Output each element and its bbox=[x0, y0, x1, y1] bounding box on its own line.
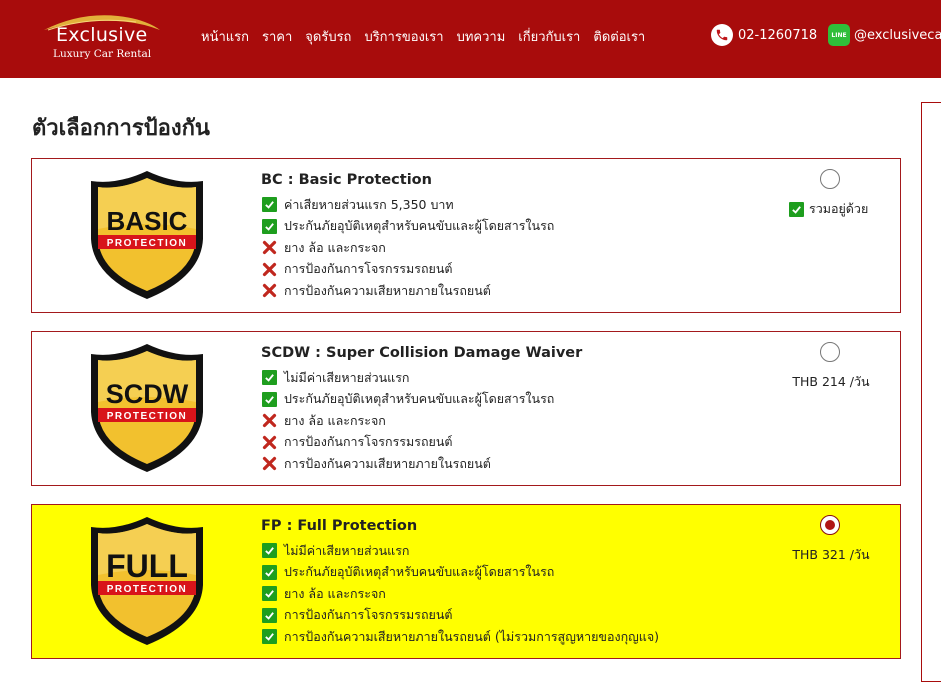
svg-text:FULL: FULL bbox=[106, 548, 188, 584]
feature-item: การป้องกันความเสียหายภายในรถยนต์ bbox=[262, 453, 554, 475]
option-title: SCDW : Super Collision Damage Waiver bbox=[261, 345, 583, 361]
basic-shield-icon: BASIC PROTECTION bbox=[87, 169, 207, 301]
nav-item-home[interactable]: หน้าแรก bbox=[201, 26, 249, 47]
line-id: @exclusivecar bbox=[854, 27, 941, 43]
feature-item: การป้องกันการโจรกรรมรถยนต์ bbox=[262, 432, 554, 454]
cross-icon bbox=[262, 413, 277, 428]
check-icon bbox=[262, 564, 277, 580]
feature-item: การป้องกันความเสียหายภายในรถยนต์ bbox=[262, 280, 554, 302]
feature-item: ยาง ล้อ และกระจก bbox=[262, 410, 554, 432]
check-icon bbox=[262, 370, 277, 386]
svg-text:BASIC: BASIC bbox=[107, 206, 188, 236]
cross-icon bbox=[262, 283, 277, 298]
included-label: รวมอยู่ด้วย bbox=[789, 199, 868, 219]
feature-list: ไม่มีค่าเสียหายส่วนแรก ประกันภัยอุบัติเห… bbox=[262, 367, 554, 475]
full-shield-icon: FULL PROTECTION bbox=[87, 515, 207, 647]
nav-item-price[interactable]: ราคา bbox=[262, 26, 292, 47]
feature-item: ไม่มีค่าเสียหายส่วนแรก bbox=[262, 540, 659, 562]
option-price: THB 321 /วัน bbox=[792, 547, 870, 562]
svg-text:PROTECTION: PROTECTION bbox=[107, 411, 188, 422]
side-panel bbox=[921, 102, 941, 682]
option-title: FP : Full Protection bbox=[261, 518, 418, 534]
option-radio-basic[interactable] bbox=[820, 169, 840, 189]
logo[interactable]: Exclusive Luxury Car Rental bbox=[40, 10, 165, 64]
nav-item-pickup[interactable]: จุดรับรถ bbox=[305, 26, 351, 47]
nav-item-services[interactable]: บริการของเรา bbox=[364, 26, 443, 47]
check-icon bbox=[262, 543, 277, 559]
check-icon bbox=[262, 218, 277, 234]
svg-text:PROTECTION: PROTECTION bbox=[107, 584, 188, 595]
main-nav: หน้าแรก ราคา จุดรับรถ บริการของเรา บทควา… bbox=[201, 26, 658, 47]
feature-list: ไม่มีค่าเสียหายส่วนแรก ประกันภัยอุบัติเห… bbox=[262, 540, 659, 648]
logo-main-text: Exclusive bbox=[56, 24, 148, 46]
feature-item: ไม่มีค่าเสียหายส่วนแรก bbox=[262, 367, 554, 389]
phone-number: 02-1260718 bbox=[738, 27, 818, 43]
check-icon bbox=[262, 391, 277, 407]
logo-sub-text: Luxury Car Rental bbox=[53, 48, 152, 60]
feature-item: ประกันภัยอุบัติเหตุสำหรับคนขับและผู้โดยส… bbox=[262, 216, 554, 238]
option-card-full[interactable]: FULL PROTECTION FP : Full Protection ไม่… bbox=[31, 504, 901, 659]
cross-icon bbox=[262, 456, 277, 471]
feature-item: ยาง ล้อ และกระจก bbox=[262, 583, 659, 605]
feature-item: การป้องกันการโจรกรรมรถยนต์ bbox=[262, 259, 554, 281]
option-card-basic[interactable]: BASIC PROTECTION BC : Basic Protection ค… bbox=[31, 158, 901, 313]
nav-item-articles[interactable]: บทความ bbox=[457, 26, 506, 47]
nav-item-about[interactable]: เกี่ยวกับเรา bbox=[518, 26, 580, 47]
check-icon bbox=[262, 629, 277, 645]
feature-item: ประกันภัยอุบัติเหตุสำหรับคนขับและผู้โดยส… bbox=[262, 389, 554, 411]
check-icon bbox=[262, 607, 277, 623]
site-header: Exclusive Luxury Car Rental หน้าแรก ราคา… bbox=[0, 0, 941, 78]
feature-item: การป้องกันการโจรกรรมรถยนต์ bbox=[262, 605, 659, 627]
cross-icon bbox=[262, 240, 277, 255]
check-icon bbox=[789, 201, 804, 217]
option-title: BC : Basic Protection bbox=[261, 172, 432, 188]
phone-icon bbox=[711, 24, 733, 46]
option-radio-scdw[interactable] bbox=[820, 342, 840, 362]
line-app-icon: LINE bbox=[828, 24, 850, 46]
line-link[interactable]: LINE @exclusivecar bbox=[828, 24, 941, 46]
option-price: THB 214 /วัน bbox=[792, 374, 870, 389]
feature-item: ยาง ล้อ และกระจก bbox=[262, 237, 554, 259]
scdw-shield-icon: SCDW PROTECTION bbox=[87, 342, 207, 474]
cross-icon bbox=[262, 262, 277, 277]
option-card-scdw[interactable]: SCDW PROTECTION SCDW : Super Collision D… bbox=[31, 331, 901, 486]
phone-link[interactable]: 02-1260718 bbox=[711, 24, 817, 46]
nav-item-contact[interactable]: ติดต่อเรา bbox=[593, 26, 645, 47]
page-title: ตัวเลือกการป้องกัน bbox=[32, 116, 210, 141]
svg-text:SCDW: SCDW bbox=[106, 379, 189, 409]
cross-icon bbox=[262, 435, 277, 450]
feature-list: ค่าเสียหายส่วนแรก 5,350 บาท ประกันภัยอุบ… bbox=[262, 194, 554, 302]
check-icon bbox=[262, 197, 277, 213]
feature-item: การป้องกันความเสียหายภายในรถยนต์ (ไม่รวม… bbox=[262, 626, 659, 648]
svg-text:PROTECTION: PROTECTION bbox=[107, 238, 188, 249]
option-radio-full[interactable] bbox=[820, 515, 840, 535]
feature-item: ประกันภัยอุบัติเหตุสำหรับคนขับและผู้โดยส… bbox=[262, 562, 659, 584]
check-icon bbox=[262, 586, 277, 602]
feature-item: ค่าเสียหายส่วนแรก 5,350 บาท bbox=[262, 194, 554, 216]
